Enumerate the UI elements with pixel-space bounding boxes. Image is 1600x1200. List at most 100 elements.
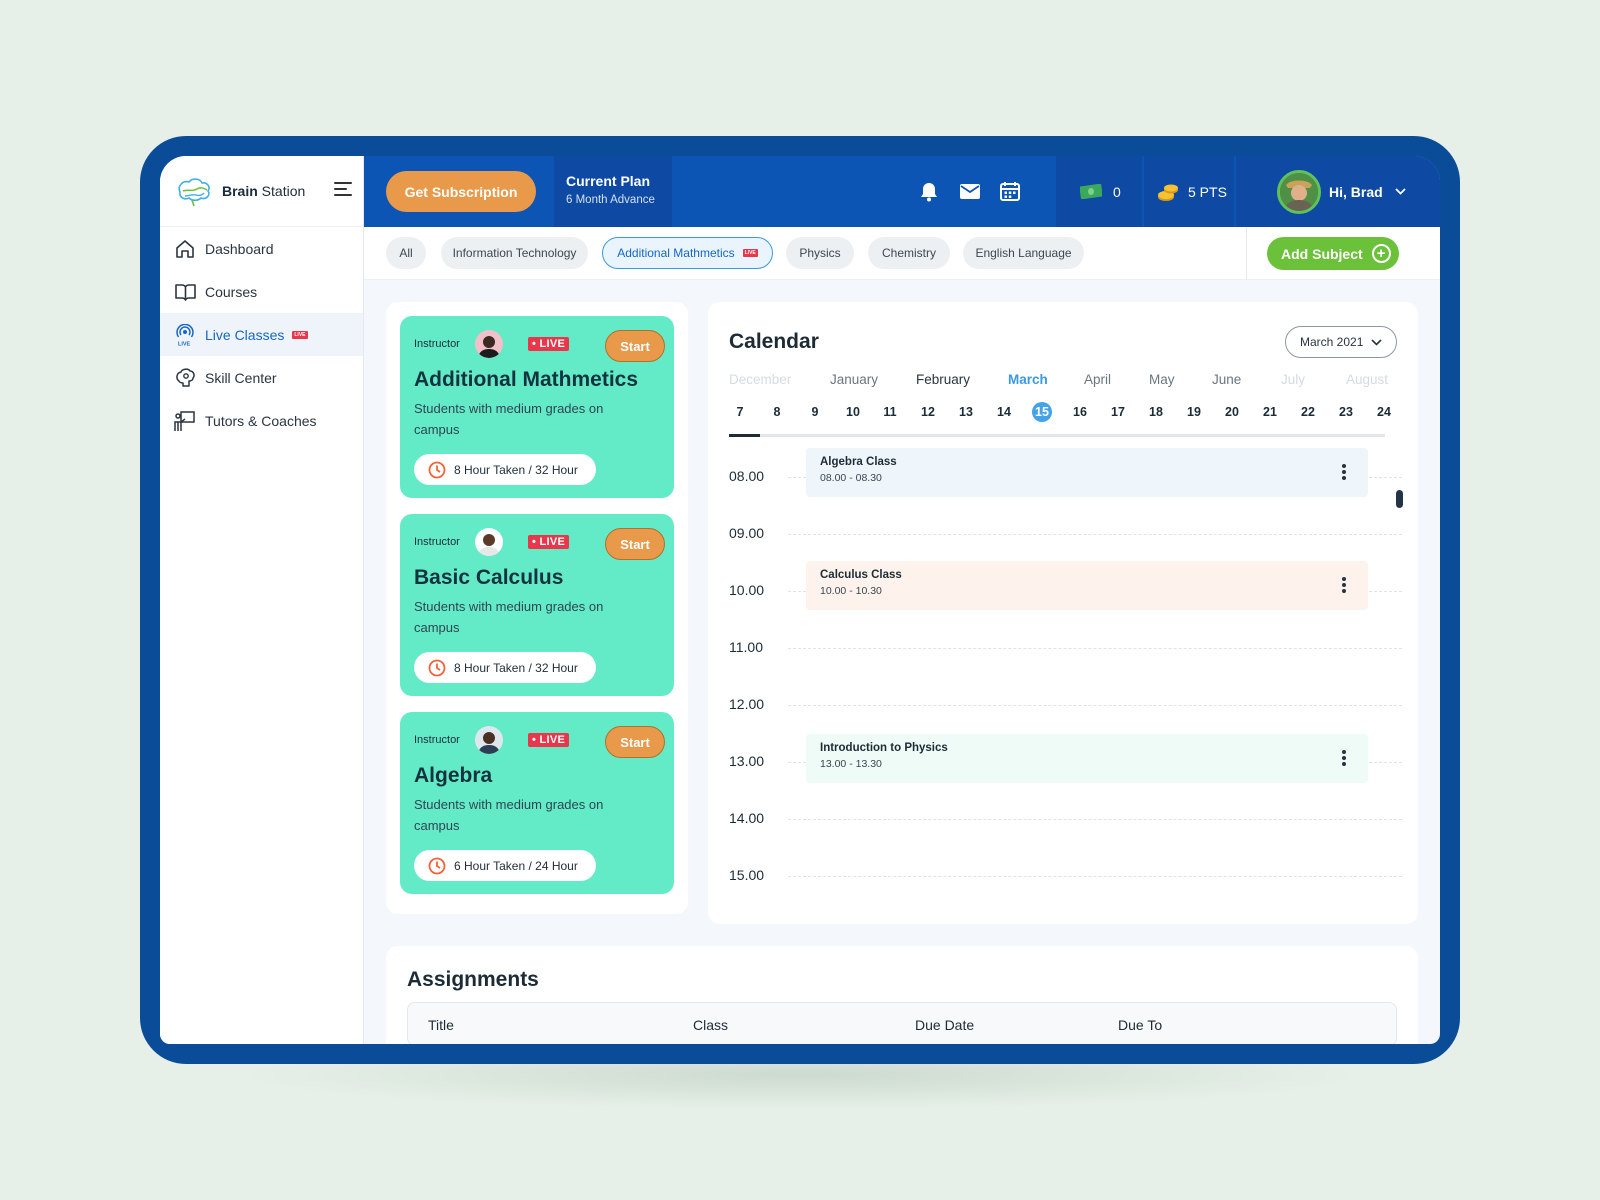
user-menu[interactable]: Hi, Brad <box>1236 156 1440 227</box>
column-header[interactable]: Due Date <box>915 1017 974 1033</box>
date-scroll-thumb[interactable] <box>729 434 760 437</box>
day-item[interactable]: 23 <box>1336 402 1356 422</box>
day-item-current[interactable]: 15 <box>1032 402 1052 422</box>
bell-icon[interactable] <box>920 182 940 202</box>
column-header[interactable]: Class <box>693 1017 728 1033</box>
instructor-avatar <box>475 726 503 754</box>
sidebar-item-label: Courses <box>205 283 258 300</box>
chip-english-language[interactable]: English Language <box>963 237 1084 269</box>
day-item[interactable]: 13 <box>956 402 976 422</box>
day-item[interactable]: 12 <box>918 402 938 422</box>
subject-filter-bar: All Information Technology Additional Ma… <box>364 227 1440 280</box>
day-item[interactable]: 20 <box>1222 402 1242 422</box>
sidebar-nav: Dashboard Courses LIVE Live Classes LIVE <box>160 227 363 442</box>
hamburger-menu-icon[interactable] <box>334 182 352 196</box>
hour-gridline <box>788 534 1402 535</box>
day-item[interactable]: 9 <box>805 402 825 422</box>
live-badge: • LIVE <box>528 733 570 747</box>
app-screen: Brain Station Dashboard Courses LIVE Liv… <box>160 156 1440 1044</box>
day-item[interactable]: 10 <box>843 402 863 422</box>
event-name: Calculus Class <box>820 569 902 581</box>
sidebar-item-live-classes[interactable]: LIVE Live Classes LIVE <box>160 313 363 356</box>
instructor-label: Instructor <box>414 536 460 548</box>
add-subject-button[interactable]: Add Subject + <box>1267 237 1399 270</box>
day-item[interactable]: 14 <box>994 402 1014 422</box>
month-item[interactable]: December <box>729 372 791 387</box>
column-header[interactable]: Title <box>428 1017 454 1033</box>
start-button[interactable]: Start <box>605 528 665 560</box>
chip-all[interactable]: All <box>386 237 426 269</box>
mail-icon[interactable] <box>960 184 980 204</box>
hours-progress: 8 Hour Taken / 32 Hour <box>414 454 596 485</box>
hours-progress: 6 Hour Taken / 24 Hour <box>414 850 596 881</box>
hour-label: 09.00 <box>729 525 765 541</box>
live-class-card[interactable]: Instructor • LIVE Start Basic Calculus S… <box>400 514 674 696</box>
hour-label: 14.00 <box>729 810 765 826</box>
points-balance[interactable]: 5 PTS <box>1144 156 1234 227</box>
hour-label: 15.00 <box>729 867 765 883</box>
get-subscription-button[interactable]: Get Subscription <box>386 171 536 212</box>
calendar-event[interactable]: Calculus Class 10.00 - 10.30 <box>806 561 1368 610</box>
start-button[interactable]: Start <box>605 726 665 758</box>
sidebar-item-courses[interactable]: Courses <box>160 270 363 313</box>
sidebar-item-tutors-coaches[interactable]: Tutors & Coaches <box>160 399 363 442</box>
hour-label: 11.00 <box>729 639 763 655</box>
day-item[interactable]: 17 <box>1108 402 1128 422</box>
live-class-card[interactable]: Instructor • LIVE Start Additional Mathm… <box>400 316 674 498</box>
day-item[interactable]: 8 <box>767 402 787 422</box>
clock-icon <box>428 461 446 478</box>
day-item[interactable]: 19 <box>1184 402 1204 422</box>
day-item[interactable]: 24 <box>1374 402 1394 422</box>
more-vertical-icon[interactable] <box>1342 750 1346 768</box>
day-item[interactable]: 18 <box>1146 402 1166 422</box>
calendar-icon[interactable] <box>1000 181 1020 201</box>
day-item[interactable]: 16 <box>1070 402 1090 422</box>
chip-information-technology[interactable]: Information Technology <box>441 237 588 269</box>
month-item-current[interactable]: March <box>1008 372 1048 387</box>
live-badge: • LIVE <box>528 535 570 549</box>
sidebar-item-skill-center[interactable]: Skill Center <box>160 356 363 399</box>
month-item[interactable]: February <box>916 372 970 387</box>
user-greeting: Hi, Brad <box>1329 183 1383 200</box>
month-item[interactable]: April <box>1084 372 1111 387</box>
month-item[interactable]: July <box>1281 372 1305 387</box>
month-item[interactable]: January <box>830 372 878 387</box>
day-item[interactable]: 11 <box>880 402 900 422</box>
day-item[interactable]: 7 <box>730 402 750 422</box>
chip-physics[interactable]: Physics <box>786 237 854 269</box>
calendar-event[interactable]: Algebra Class 08.00 - 08.30 <box>806 448 1368 497</box>
day-item[interactable]: 21 <box>1260 402 1280 422</box>
chip-additional-mathmetics[interactable]: Additional Mathmetics LIVE <box>602 237 773 269</box>
more-vertical-icon[interactable] <box>1342 577 1346 595</box>
add-subject-label: Add Subject <box>1281 245 1363 262</box>
cash-balance[interactable]: 0 <box>1056 156 1142 227</box>
points-label: 5 PTS <box>1188 183 1227 200</box>
chip-chemistry[interactable]: Chemistry <box>868 237 950 269</box>
clock-icon <box>428 857 446 874</box>
day-item[interactable]: 22 <box>1298 402 1318 422</box>
column-header[interactable]: Due To <box>1118 1017 1162 1033</box>
plus-circle-icon: + <box>1371 244 1391 263</box>
hours-label: 6 Hour Taken / 24 Hour <box>454 858 578 873</box>
brand-name: Brain Station <box>222 183 306 199</box>
sidebar-item-dashboard[interactable]: Dashboard <box>160 227 363 270</box>
current-plan[interactable]: Current Plan 6 Month Advance <box>554 156 672 227</box>
month-select[interactable]: March 2021 <box>1285 326 1397 358</box>
hour-gridline <box>788 876 1402 877</box>
live-badge: LIVE <box>742 249 758 257</box>
month-item[interactable]: August <box>1346 372 1388 387</box>
brand-logo[interactable]: Brain Station <box>160 156 363 227</box>
calendar-event[interactable]: Introduction to Physics 13.00 - 13.30 <box>806 734 1368 783</box>
start-button[interactable]: Start <box>605 330 665 362</box>
sidebar-item-label: Live Classes <box>205 326 285 343</box>
scrollbar-thumb[interactable] <box>1396 490 1403 508</box>
month-item[interactable]: June <box>1212 372 1241 387</box>
brain-gear-icon <box>174 367 196 389</box>
date-scroll-track[interactable] <box>729 434 1385 437</box>
class-title: Additional Mathmetics <box>414 368 639 391</box>
hour-label: 12.00 <box>729 696 765 712</box>
more-vertical-icon[interactable] <box>1342 464 1346 482</box>
month-item[interactable]: May <box>1149 372 1175 387</box>
chip-label: Additional Mathmetics <box>617 246 735 260</box>
live-class-card[interactable]: Instructor • LIVE Start Algebra Students… <box>400 712 674 894</box>
